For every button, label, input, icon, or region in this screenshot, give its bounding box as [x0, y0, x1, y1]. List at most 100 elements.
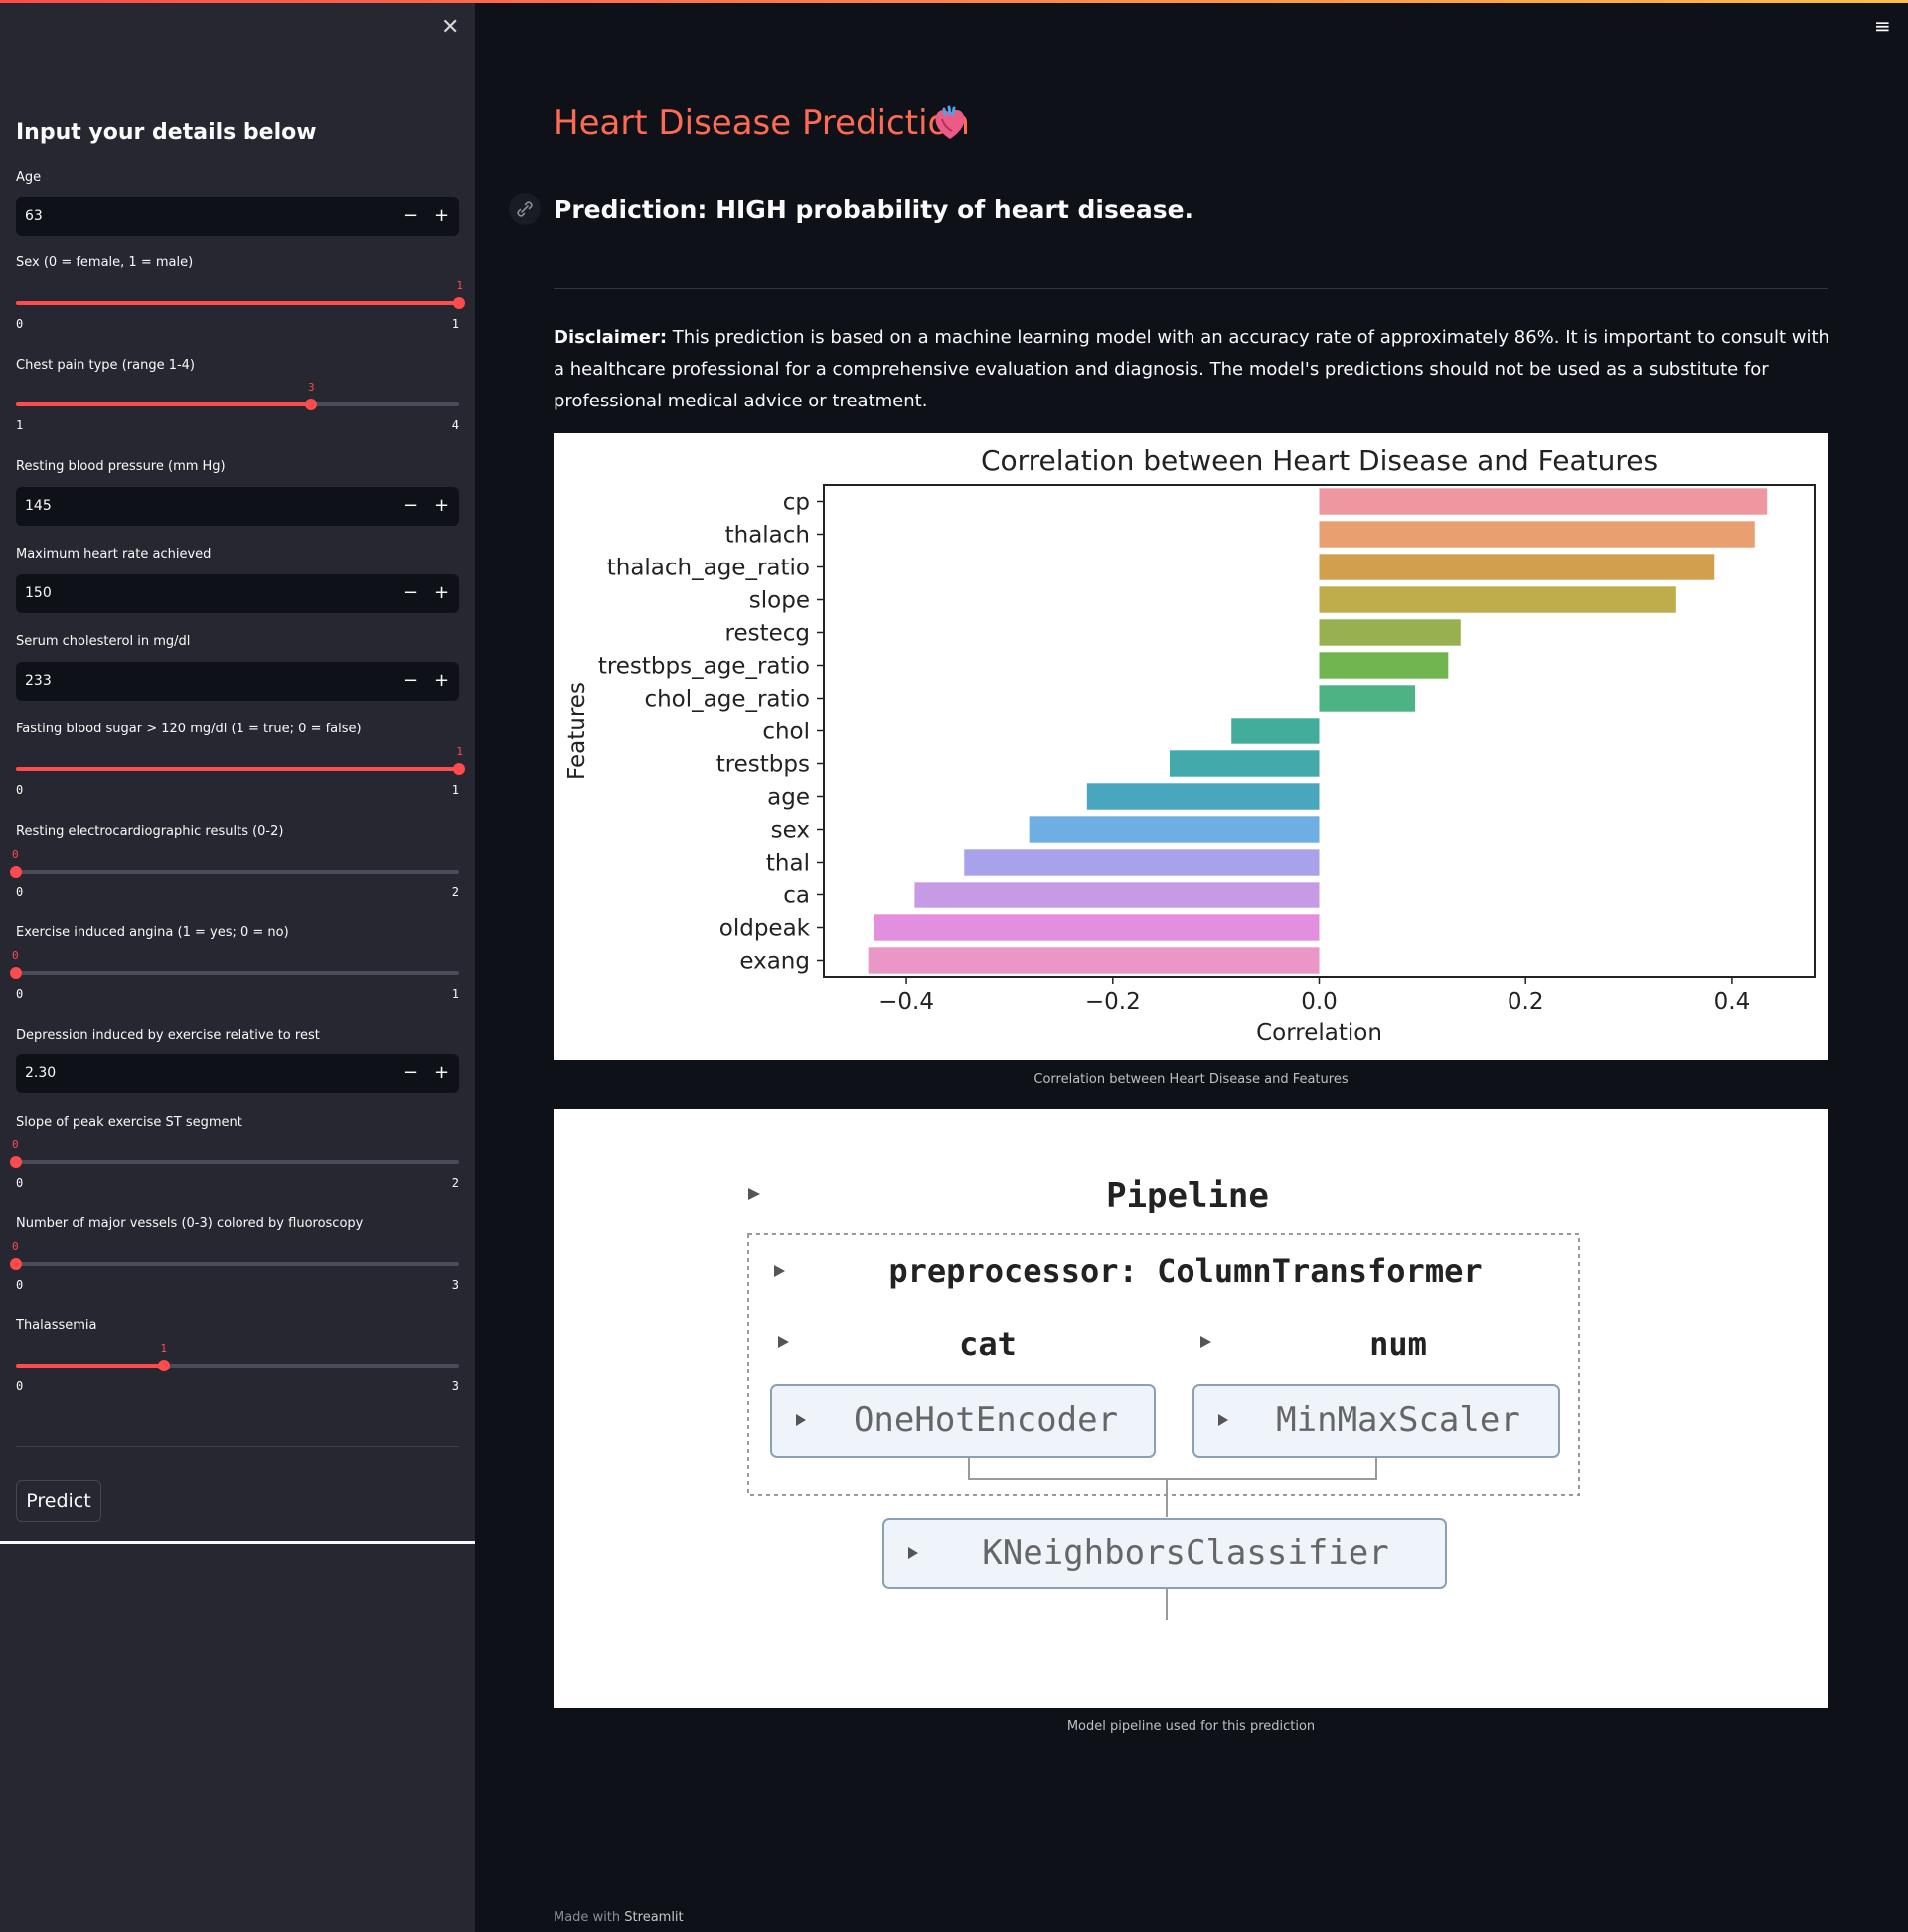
resting-ecg-label: Resting electrocardiographic results (0-…	[16, 824, 284, 839]
st-slope-slider[interactable]: 0 0 2	[10, 1136, 459, 1196]
y-tick-label-trestbps_age_ratio: trestbps_age_ratio	[598, 654, 810, 680]
chest-pain-slider[interactable]: 3 1 4	[16, 379, 459, 438]
chest-pain-current-value: 3	[308, 381, 315, 394]
cholesterol-increment-button[interactable]: +	[434, 670, 449, 691]
bar-ca	[914, 882, 1320, 908]
correlation-chart-image: Correlation between Heart Disease and Fe…	[554, 433, 1828, 1060]
resting-ecg-current-value: 0	[12, 848, 19, 861]
fasting-blood-sugar-thumb[interactable]	[453, 763, 465, 775]
pipeline-caption: Model pipeline used for this prediction	[1066, 1719, 1316, 1734]
main-menu-icon[interactable]: ≡	[1874, 14, 1891, 38]
y-tick-label-cp: cp	[783, 490, 810, 516]
st-depression-value[interactable]: 2.30	[25, 1065, 56, 1081]
bar-trestbps_age_ratio	[1319, 652, 1449, 679]
chest-pain-thumb[interactable]	[305, 399, 318, 410]
thalassemia-max-label: 3	[451, 1379, 459, 1393]
disclaimer-body: This prediction is based on a machine le…	[554, 327, 1829, 411]
fasting-blood-sugar-slider[interactable]: 1 0 1	[16, 743, 465, 803]
major-vessels-max-label: 3	[451, 1278, 459, 1292]
predict-button[interactable]: Predict	[16, 1480, 101, 1522]
max-heart-rate-value[interactable]: 150	[25, 585, 52, 601]
major-vessels-track	[16, 1262, 459, 1266]
major-vessels-thumb[interactable]	[10, 1258, 22, 1270]
st-slope-track	[16, 1160, 459, 1164]
sex-max-label: 1	[451, 317, 459, 331]
kneighbors-label: KNeighborsClassifier	[982, 1533, 1388, 1573]
resting-bp-input[interactable]: 145 − +	[16, 487, 459, 526]
exercise-angina-thumb[interactable]	[10, 967, 22, 979]
y-tick-label-ca: ca	[783, 884, 810, 909]
pipeline-diagram: Pipeline preprocessor: ColumnTransformer…	[747, 1176, 1580, 1620]
resting-ecg-min-label: 0	[16, 886, 24, 899]
sex-slider[interactable]: 1 0 1	[16, 277, 465, 337]
cholesterol-decrement-button[interactable]: −	[403, 670, 418, 691]
footer: Made with Streamlit	[554, 1910, 684, 1925]
thalassemia-label: Thalassemia	[16, 1318, 97, 1333]
pipeline-diagram-image: Pipeline preprocessor: ColumnTransformer…	[554, 1109, 1828, 1708]
chart-title: Correlation between Heart Disease and Fe…	[981, 444, 1658, 477]
thalassemia-thumb[interactable]	[157, 1360, 170, 1371]
thalassemia-current-value: 1	[160, 1342, 167, 1355]
max-heart-rate-label: Maximum heart rate achieved	[16, 547, 212, 562]
chart-caption: Correlation between Heart Disease and Fe…	[1034, 1072, 1349, 1087]
chest-pain-min-label: 1	[16, 418, 24, 432]
cholesterol-input[interactable]: 233 − +	[16, 662, 459, 701]
max-heart-rate-input[interactable]: 150 − +	[16, 574, 459, 613]
cat-branch-label: cat	[959, 1325, 1017, 1363]
chest-pain-label: Chest pain type (range 1-4)	[16, 358, 196, 373]
y-tick-label-trestbps: trestbps	[716, 752, 810, 778]
st-depression-input[interactable]: 2.30 − +	[16, 1054, 459, 1093]
resting-ecg-slider[interactable]: 0 0 2	[10, 846, 459, 905]
major-vessels-label: Number of major vessels (0-3) colored by…	[16, 1216, 364, 1231]
resting-ecg-track	[16, 870, 459, 874]
bar-thalach	[1319, 521, 1755, 548]
fasting-blood-sugar-current-value: 1	[456, 745, 463, 758]
st-slope-label: Slope of peak exercise ST segment	[16, 1115, 242, 1130]
sidebar-divider	[16, 1446, 459, 1447]
age-value[interactable]: 63	[25, 208, 43, 224]
footer-prefix: Made with	[554, 1910, 625, 1925]
bar-chol_age_ratio	[1319, 685, 1416, 712]
bar-thal	[964, 849, 1320, 876]
thalassemia-fill	[16, 1364, 164, 1368]
cholesterol-value[interactable]: 233	[25, 673, 52, 689]
minmaxscaler-label: MinMaxScaler	[1276, 1400, 1520, 1440]
bar-sex	[1029, 816, 1320, 843]
age-label: Age	[16, 170, 42, 185]
resting-ecg-thumb[interactable]	[10, 866, 22, 878]
sidebar-title: Input your details below	[16, 120, 317, 145]
thalassemia-slider[interactable]: 1 0 3	[16, 1340, 459, 1399]
major-vessels-slider[interactable]: 0 0 3	[10, 1238, 459, 1298]
sex-thumb[interactable]	[453, 297, 465, 309]
major-vessels-current-value: 0	[12, 1240, 19, 1253]
resting-bp-value[interactable]: 145	[25, 498, 52, 514]
max-heart-rate-decrement-button[interactable]: −	[403, 582, 418, 603]
anatomical-heart-icon	[935, 105, 965, 139]
chest-pain-max-label: 4	[451, 418, 459, 432]
age-input[interactable]: 63 − +	[16, 197, 459, 236]
resting-bp-decrement-button[interactable]: −	[403, 495, 418, 516]
y-tick-label-slope: slope	[749, 588, 810, 614]
max-heart-rate-increment-button[interactable]: +	[434, 582, 449, 603]
st-slope-min-label: 0	[16, 1176, 24, 1190]
exercise-angina-slider[interactable]: 0 0 1	[10, 947, 459, 1007]
streamlit-link[interactable]: Streamlit	[624, 1910, 683, 1925]
exercise-angina-label: Exercise induced angina (1 = yes; 0 = no…	[16, 925, 289, 940]
x-tick-label-0: −0.4	[878, 989, 934, 1015]
resting-bp-increment-button[interactable]: +	[434, 495, 449, 516]
close-sidebar-icon[interactable]: ✕	[441, 15, 459, 40]
cat-expand-icon	[778, 1336, 789, 1348]
st-depression-decrement-button[interactable]: −	[403, 1062, 418, 1083]
bar-oldpeak	[874, 914, 1320, 941]
age-increment-button[interactable]: +	[434, 205, 449, 226]
anchor-link-icon[interactable]	[509, 193, 541, 225]
st-depression-increment-button[interactable]: +	[434, 1062, 449, 1083]
num-expand-icon	[1200, 1336, 1211, 1348]
disclaimer-label: Disclaimer:	[554, 327, 668, 348]
bar-cp	[1319, 488, 1768, 515]
age-decrement-button[interactable]: −	[403, 205, 418, 226]
x-tick-label-2: 0.0	[1301, 989, 1338, 1015]
st-slope-thumb[interactable]	[10, 1156, 22, 1168]
pipeline-connector-lines	[968, 1457, 1377, 1517]
disclaimer-text: Disclaimer: This prediction is based on …	[554, 322, 1835, 417]
